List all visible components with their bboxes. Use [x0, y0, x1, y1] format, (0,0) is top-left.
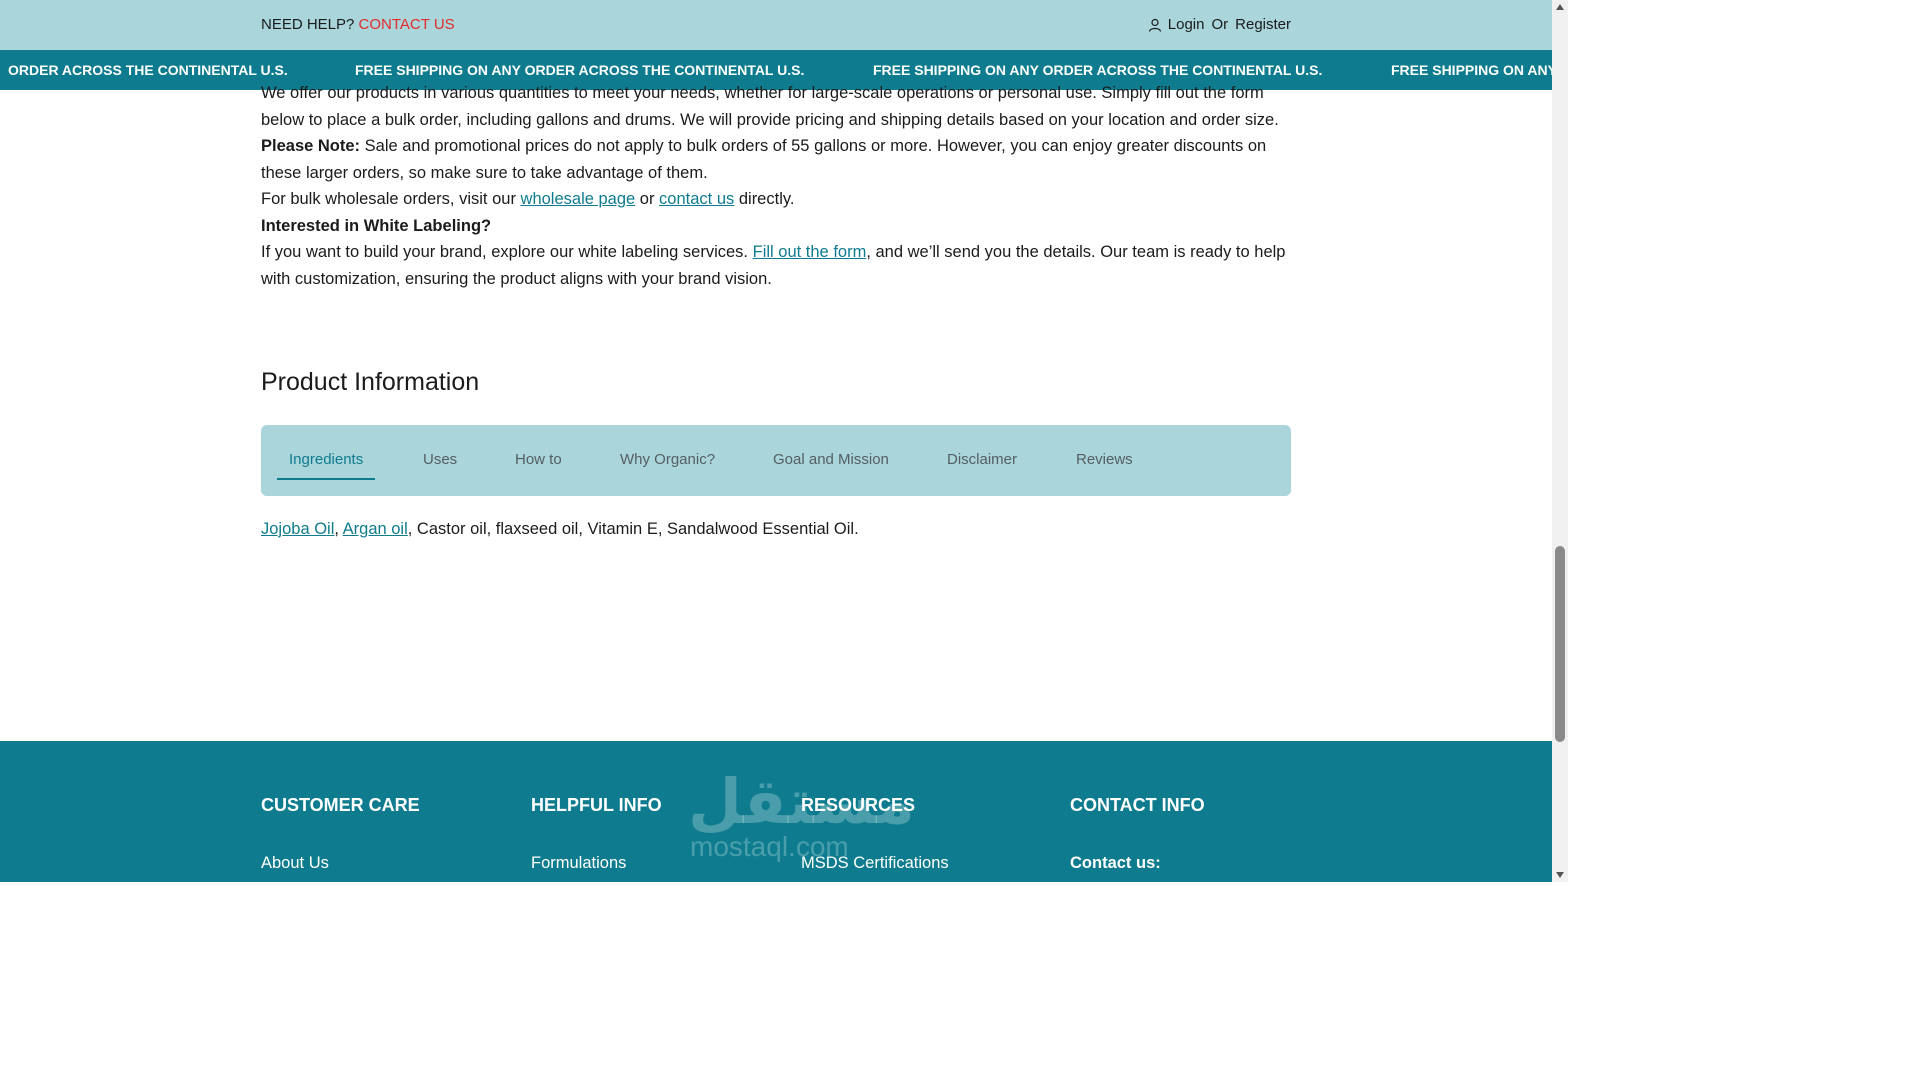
white-label-paragraph: If you want to build your brand, explore… [261, 239, 1291, 292]
user-icon [1148, 18, 1161, 32]
scroll-up-arrow-icon[interactable] [1556, 4, 1564, 10]
footer-msds-link[interactable]: MSDS Certifications [801, 854, 949, 873]
account-links: Login Or Register [1148, 16, 1291, 33]
bulk-order-description: We offer our products in various quantit… [261, 80, 1291, 292]
wholesale-prefix: For bulk wholesale orders, visit our [261, 190, 521, 208]
scrollbar-thumb[interactable] [1555, 546, 1565, 742]
marquee-item: FREE SHIPPING ON ANY ORDER ACROSS THE CO… [355, 62, 805, 78]
footer-contact-us-label: Contact us: [1070, 854, 1161, 872]
footer-about-us-link[interactable]: About Us [261, 854, 329, 873]
tab-how-to[interactable]: How to [515, 451, 562, 468]
need-help-label: NEED HELP? [261, 16, 355, 33]
tab-ingredients[interactable]: Ingredients [276, 451, 376, 480]
jojoba-oil-link[interactable]: Jojoba Oil [261, 520, 334, 538]
ingredient-separator: , [334, 520, 343, 538]
fill-form-link[interactable]: Fill out the form [753, 243, 867, 261]
register-link[interactable]: Register [1235, 16, 1291, 33]
white-label-heading: Interested in White Labeling? [261, 213, 1291, 240]
tab-uses[interactable]: Uses [423, 451, 457, 468]
white-label-title: Interested in White Labeling? [261, 216, 492, 235]
note-paragraph: Please Note: Sale and promotional prices… [261, 133, 1291, 186]
footer: مستقل mostaql.com CUSTOMER CARE HELPFUL … [0, 741, 1552, 882]
or-label: Or [1211, 16, 1229, 33]
top-bar: NEED HELP? CONTACT US Login Or Register [0, 0, 1552, 50]
mostaql-watermark: مستقل mostaql.com [688, 771, 915, 861]
wholesale-page-link[interactable]: wholesale page [521, 190, 636, 208]
white-label-prefix: If you want to build your brand, explore… [261, 243, 753, 261]
footer-helpful-info-title: HELPFUL INFO [531, 795, 662, 815]
product-information-title: Product Information [261, 368, 480, 396]
wholesale-or: or [635, 190, 660, 208]
help-text: NEED HELP? CONTACT US [261, 16, 455, 33]
marquee-item: ORDER ACROSS THE CONTINENTAL U.S. [8, 62, 288, 78]
ingredients-text: Jojoba Oil, Argan oil, Castor oil, flaxs… [261, 520, 859, 539]
tab-why-organic[interactable]: Why Organic? [620, 451, 715, 468]
page: NEED HELP? CONTACT US Login Or Register … [0, 0, 1552, 882]
login-link[interactable]: Login [1168, 16, 1205, 33]
wholesale-suffix: directly. [734, 190, 795, 208]
wholesale-paragraph: For bulk wholesale orders, visit our who… [261, 186, 1291, 213]
contact-us-link[interactable]: CONTACT US [359, 16, 455, 33]
tab-goal-and-mission[interactable]: Goal and Mission [773, 451, 889, 468]
argan-oil-link[interactable]: Argan oil [343, 520, 408, 538]
footer-customer-care-title: CUSTOMER CARE [261, 795, 420, 815]
tab-reviews[interactable]: Reviews [1076, 451, 1133, 468]
marquee-item: FREE SHIPPING ON ANY ORDER ACROSS THE CO… [873, 62, 1323, 78]
product-info-tabs: Ingredients Uses How to Why Organic? Goa… [261, 425, 1291, 496]
footer-resources-title: RESOURCES [801, 795, 916, 815]
contact-us-inline-link[interactable]: contact us [659, 190, 734, 208]
bulk-intro-paragraph: We offer our products in various quantit… [261, 84, 1279, 129]
tab-disclaimer[interactable]: Disclaimer [947, 451, 1017, 468]
footer-formulations-link[interactable]: Formulations [531, 854, 626, 873]
marquee-item: FREE SHIPPING ON ANY [1391, 62, 1552, 78]
note-label: Please Note: [261, 137, 361, 155]
footer-contact-info-title: CONTACT INFO [1070, 795, 1205, 815]
page-scrollbar[interactable] [1552, 0, 1568, 882]
ingredients-rest: , Castor oil, flaxseed oil, Vitamin E, S… [407, 520, 859, 538]
note-text: Sale and promotional prices do not apply… [261, 137, 1267, 182]
scroll-down-arrow-icon[interactable] [1556, 872, 1564, 878]
